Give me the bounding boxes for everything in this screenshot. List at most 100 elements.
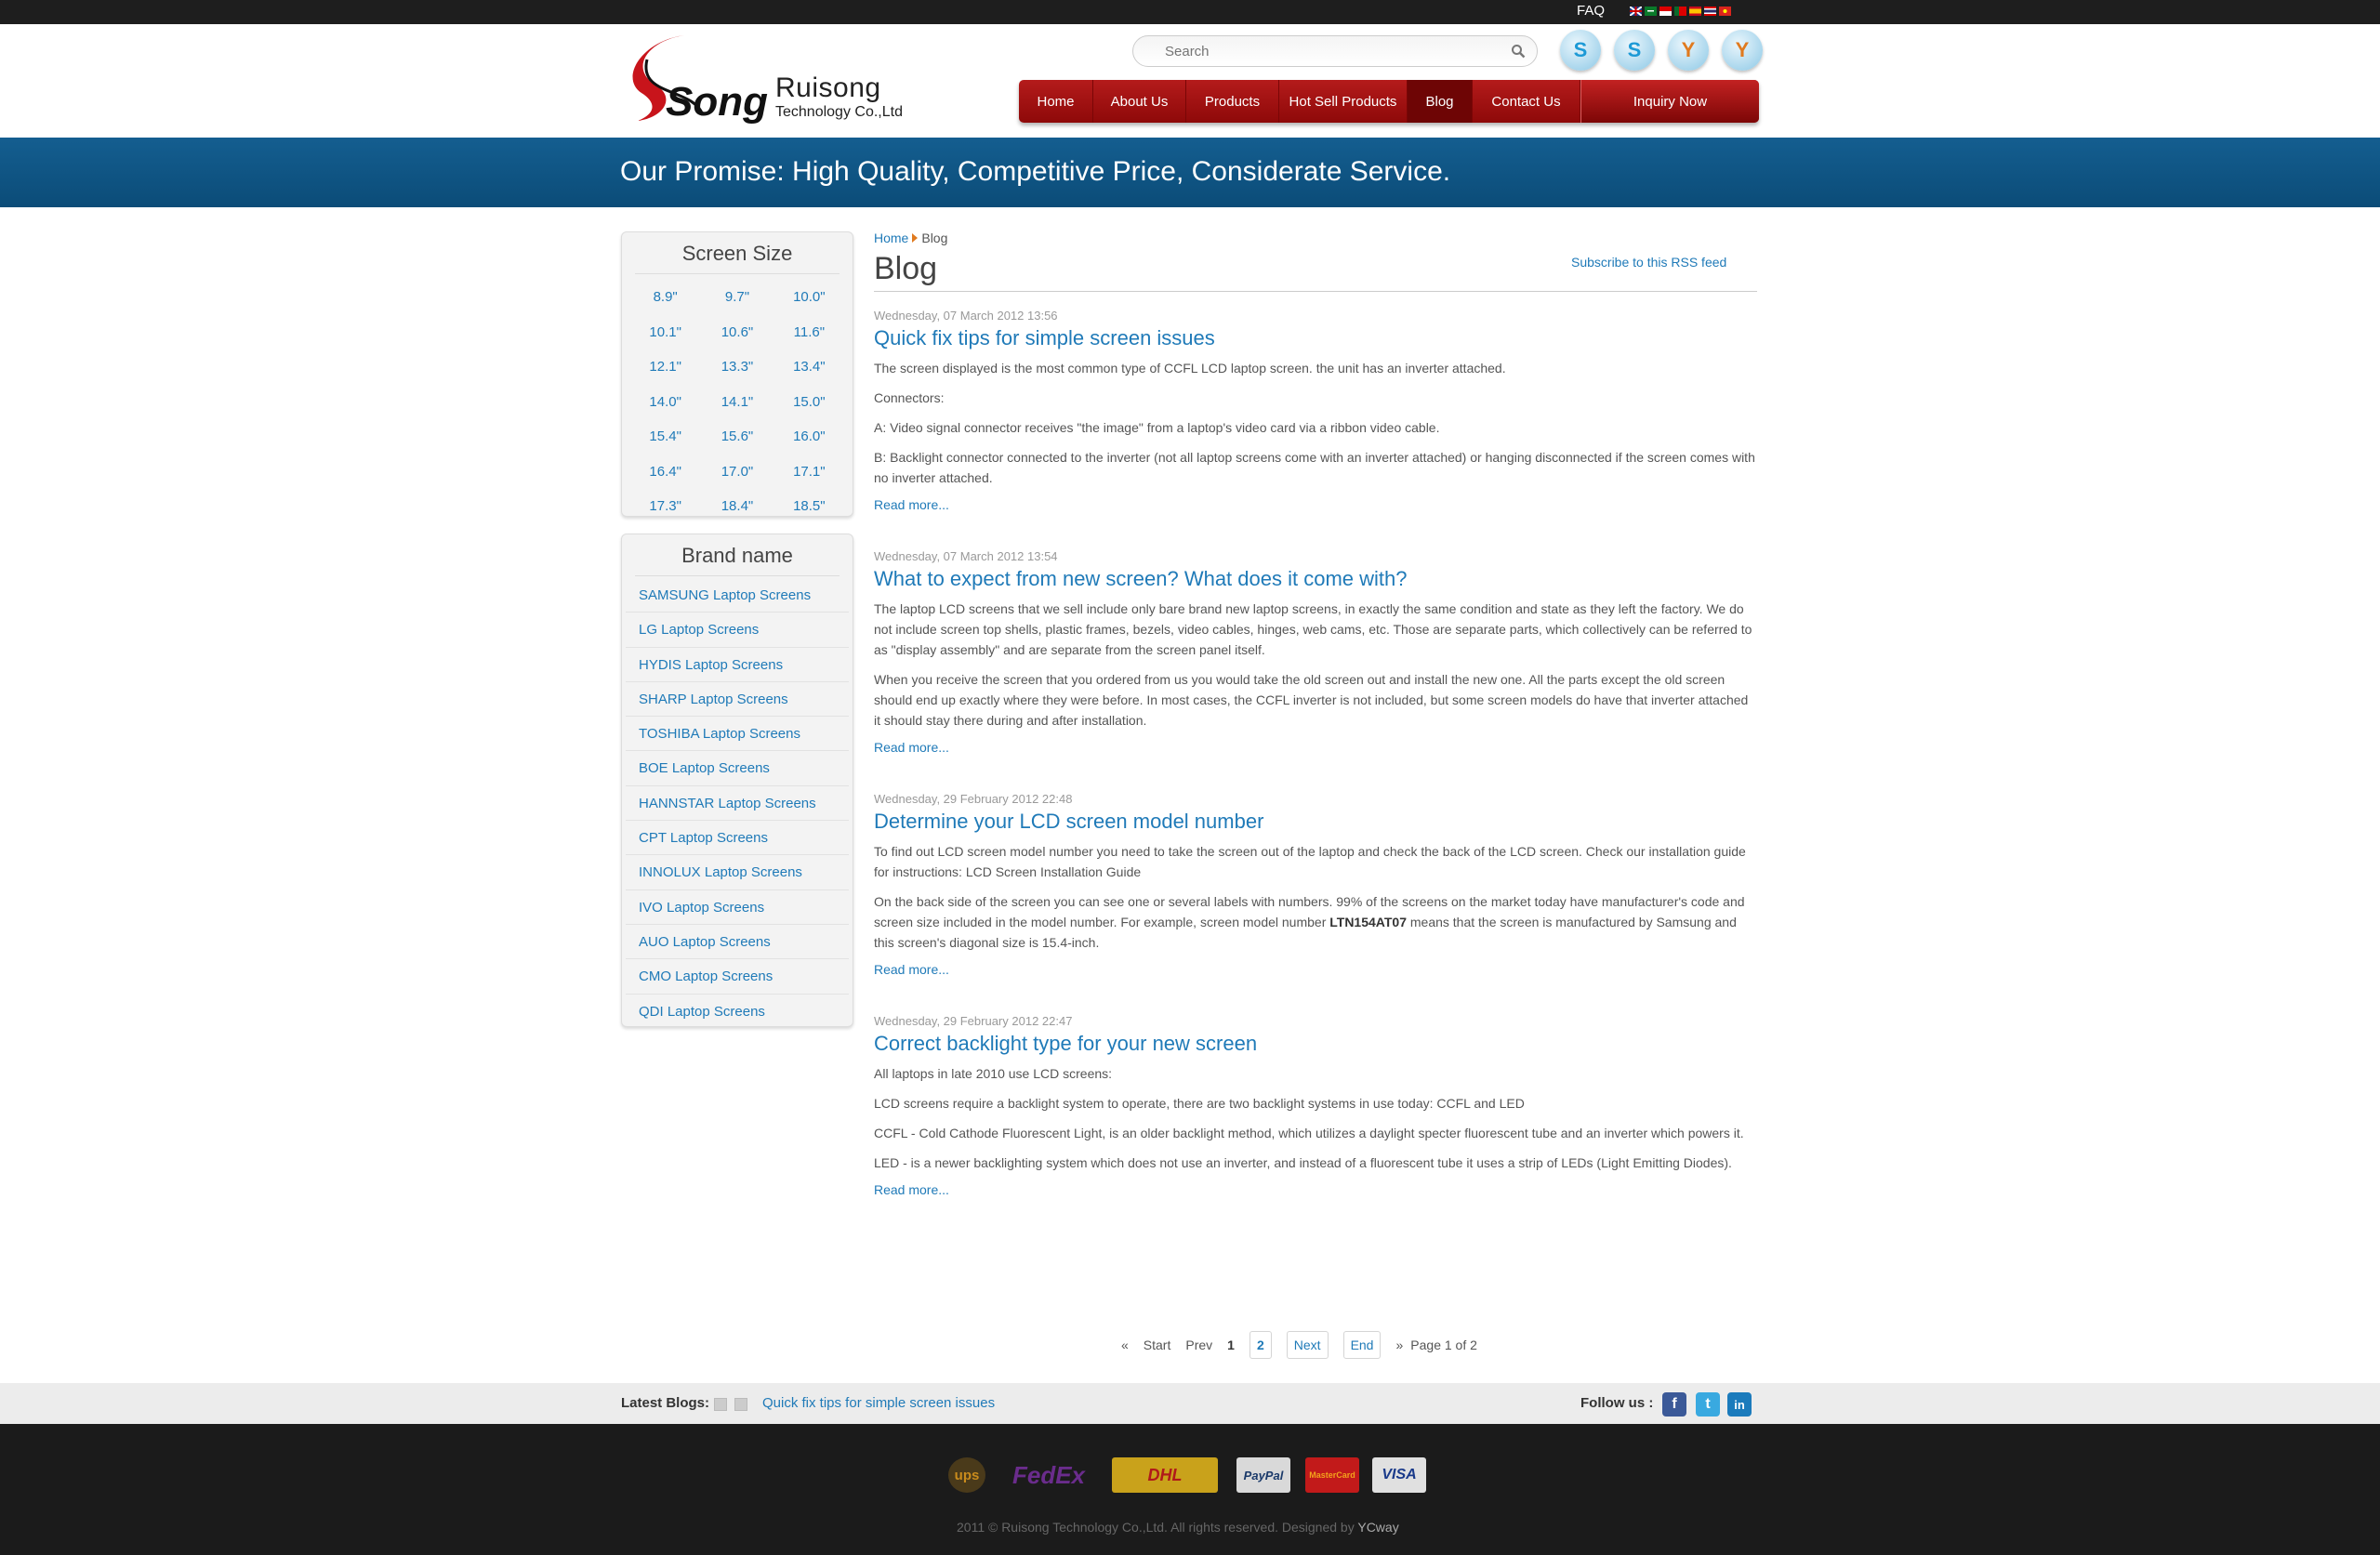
size-link[interactable]: 10.0" [774, 280, 845, 315]
logo-text: Song [666, 79, 768, 125]
post-paragraph: The laptop LCD screens that we sell incl… [874, 601, 1752, 657]
brand-link[interactable]: HYDIS Laptop Screens [626, 648, 849, 682]
flag-thailand-icon[interactable] [1704, 7, 1716, 16]
size-link[interactable]: 9.7" [701, 280, 773, 315]
pager-prev: Prev [1185, 1338, 1213, 1352]
brand-link[interactable]: AUO Laptop Screens [626, 925, 849, 960]
arrow-up-icon[interactable] [714, 1398, 727, 1411]
inquiry-now-button[interactable]: Inquiry Now [1580, 80, 1759, 123]
size-link[interactable]: 8.9" [629, 280, 701, 315]
size-link[interactable]: 18.4" [701, 489, 773, 524]
nav-about[interactable]: About Us [1093, 80, 1186, 123]
search-box [1132, 35, 1538, 67]
brand-link[interactable]: INNOLUX Laptop Screens [626, 855, 849, 890]
size-link[interactable]: 18.5" [774, 489, 845, 524]
breadcrumb-home[interactable]: Home [874, 231, 908, 245]
post-title[interactable]: Determine your LCD screen model number [874, 810, 1757, 834]
brand-link[interactable]: SAMSUNG Laptop Screens [626, 578, 849, 613]
faq-link[interactable]: FAQ [1577, 3, 1605, 19]
nav-home[interactable]: Home [1019, 80, 1093, 123]
size-link[interactable]: 14.0" [629, 385, 701, 420]
size-link[interactable]: 16.4" [629, 455, 701, 490]
size-link[interactable]: 17.1" [774, 455, 845, 490]
search-input[interactable] [1165, 42, 1500, 60]
search-icon[interactable] [1511, 44, 1526, 59]
size-link[interactable]: 10.1" [629, 315, 701, 350]
post-title[interactable]: What to expect from new screen? What doe… [874, 567, 1757, 591]
size-link[interactable]: 13.3" [701, 349, 773, 385]
size-link[interactable]: 11.6" [774, 315, 845, 350]
post-date: Wednesday, 29 February 2012 22:47 [874, 1014, 1073, 1028]
follow-label: Follow us : [1580, 1395, 1654, 1411]
main-nav: Home About Us Products Hot Sell Products… [1019, 80, 1759, 123]
brand-link[interactable]: QDI Laptop Screens [626, 995, 849, 1029]
size-link[interactable]: 13.4" [774, 349, 845, 385]
size-link[interactable]: 15.4" [629, 419, 701, 455]
read-more-link[interactable]: Read more... [874, 497, 949, 512]
ups-logo: ups [948, 1457, 985, 1493]
brand-link[interactable]: HANNSTAR Laptop Screens [626, 786, 849, 822]
brand-link[interactable]: IVO Laptop Screens [626, 890, 849, 925]
nav-products[interactable]: Products [1186, 80, 1279, 123]
linkedin-icon[interactable]: in [1727, 1392, 1752, 1417]
brand-link[interactable]: CMO Laptop Screens [626, 959, 849, 995]
language-flags [1630, 7, 1731, 16]
rss-link[interactable]: Subscribe to this RSS feed [1571, 255, 1726, 270]
size-link[interactable]: 10.6" [701, 315, 773, 350]
post-title[interactable]: Quick fix tips for simple screen issues [874, 326, 1757, 350]
footer: ups FedEx DHL PayPal MasterCard VISA 201… [0, 1424, 2380, 1555]
chat-bird-icon[interactable]: Y [1668, 30, 1709, 71]
flag-saudi-icon[interactable] [1645, 7, 1657, 16]
flag-uk-icon[interactable] [1630, 7, 1642, 16]
size-link[interactable]: 17.3" [629, 489, 701, 524]
brand-link[interactable]: LG Laptop Screens [626, 613, 849, 648]
flag-indonesia-icon[interactable] [1659, 7, 1672, 16]
blog-post: Wednesday, 29 February 2012 22:47 Correc… [874, 1014, 1757, 1199]
read-more-link[interactable]: Read more... [874, 740, 949, 755]
skype-icon[interactable]: S [1614, 30, 1655, 71]
dhl-logo: DHL [1112, 1457, 1218, 1493]
size-link[interactable]: 14.1" [701, 385, 773, 420]
post-paragraph: To find out LCD screen model number you … [874, 844, 1746, 879]
facebook-icon[interactable]: f [1662, 1392, 1686, 1417]
brand-link[interactable]: BOE Laptop Screens [626, 751, 849, 786]
nav-hot-sell[interactable]: Hot Sell Products [1279, 80, 1408, 123]
flag-vietnam-icon[interactable] [1719, 7, 1731, 16]
post-paragraph: The screen displayed is the most common … [874, 361, 1506, 376]
nav-blog[interactable]: Blog [1408, 80, 1473, 123]
blog-post: Wednesday, 07 March 2012 13:56 Quick fix… [874, 309, 1757, 514]
chat-bird-icon[interactable]: Y [1722, 30, 1763, 71]
screen-size-title: Screen Size [635, 232, 840, 274]
post-date: Wednesday, 29 February 2012 22:48 [874, 792, 1073, 806]
latest-blog-link[interactable]: Quick fix tips for simple screen issues [762, 1395, 995, 1411]
pager-info: Page 1 of 2 [1410, 1338, 1477, 1352]
size-link[interactable]: 16.0" [774, 419, 845, 455]
size-link[interactable]: 17.0" [701, 455, 773, 490]
post-paragraph: Connectors: [874, 390, 945, 405]
size-link[interactable]: 15.6" [701, 419, 773, 455]
twitter-icon[interactable]: t [1696, 1392, 1720, 1417]
post-title[interactable]: Correct backlight type for your new scre… [874, 1032, 1757, 1056]
nav-contact[interactable]: Contact Us [1473, 80, 1580, 123]
post-paragraph: LED - is a newer backlighting system whi… [874, 1155, 1732, 1170]
brand-link[interactable]: TOSHIBA Laptop Screens [626, 717, 849, 752]
pager-first: « [1121, 1338, 1129, 1352]
pager-page-2[interactable]: 2 [1249, 1331, 1272, 1359]
size-link[interactable]: 15.0" [774, 385, 845, 420]
brand-link[interactable]: SHARP Laptop Screens [626, 682, 849, 718]
skype-icon[interactable]: S [1560, 30, 1601, 71]
size-link[interactable]: 12.1" [629, 349, 701, 385]
flag-spain-icon[interactable] [1689, 7, 1701, 16]
brand-link[interactable]: CPT Laptop Screens [626, 821, 849, 856]
mastercard-logo: MasterCard [1305, 1457, 1359, 1493]
flag-portugal-icon[interactable] [1674, 7, 1686, 16]
promise-banner: Our Promise: High Quality, Competitive P… [0, 138, 2380, 207]
arrow-down-icon[interactable] [734, 1398, 747, 1411]
pager-current-page: 1 [1227, 1338, 1235, 1352]
pager-end[interactable]: End [1342, 1331, 1382, 1359]
read-more-link[interactable]: Read more... [874, 1182, 949, 1197]
read-more-link[interactable]: Read more... [874, 962, 949, 977]
pager-next[interactable]: Next [1286, 1331, 1329, 1359]
breadcrumb-arrow-icon [912, 233, 919, 243]
designer-link[interactable]: YCway [1357, 1520, 1398, 1535]
